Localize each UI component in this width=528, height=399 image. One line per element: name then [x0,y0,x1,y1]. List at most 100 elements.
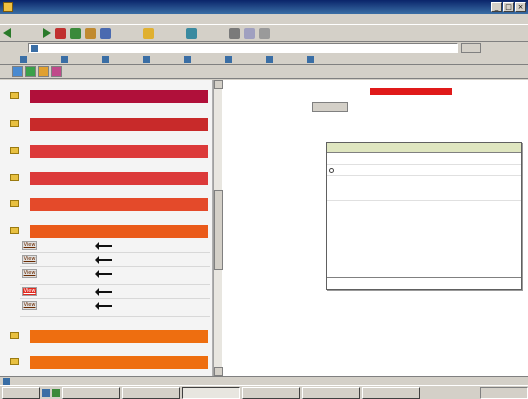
maximize-button[interactable]: □ [503,2,514,12]
taskbar-button[interactable] [362,386,420,399]
link-item[interactable] [102,55,140,63]
article-line [230,316,440,323]
category-row[interactable] [10,328,212,344]
category-row[interactable] [10,88,212,104]
taskbar-button-active[interactable] [182,386,240,399]
popup-footer [327,277,521,289]
category-row[interactable] [10,170,212,186]
search-button[interactable] [100,26,139,40]
link-text [69,56,99,63]
article-line [230,88,440,95]
category-bar[interactable] [30,90,208,103]
scroll-down-arrow-icon[interactable] [214,367,223,376]
view-button[interactable]: View [22,241,37,250]
acquirer [48,302,82,310]
category-bar[interactable] [30,172,208,185]
article-line [230,302,440,309]
favorites-label [156,29,182,37]
popup-key [335,156,369,163]
scroll-thumb[interactable] [214,190,223,270]
category-row[interactable] [10,223,212,239]
favorites-button[interactable] [143,26,182,40]
link-item[interactable] [266,55,304,63]
menu-item[interactable] [88,14,110,24]
scroll-up-arrow-icon[interactable] [214,80,223,89]
deal-popup [326,142,522,290]
acquisition-row: View [20,239,210,253]
deal-button[interactable] [312,102,348,112]
history-button[interactable] [229,26,240,40]
link-item[interactable] [184,55,222,63]
app-tool-icon[interactable] [38,66,49,77]
folder-icon [10,200,19,207]
target [120,301,206,309]
quick-launch-icon[interactable] [42,388,50,397]
menu-item[interactable] [116,14,138,24]
vertical-scrollbar[interactable] [213,80,223,376]
taskbar-button[interactable] [62,386,120,399]
acquisition-list: View View View View View [20,239,210,317]
category-bar[interactable] [30,356,208,369]
link-item[interactable] [61,55,99,63]
article-line [230,309,440,316]
quick-launch-icon[interactable] [52,388,60,397]
address-label [3,44,25,52]
link-text [110,56,140,63]
forward-button[interactable] [43,26,51,40]
view-button[interactable]: View [22,269,37,278]
menu-item[interactable] [144,14,166,24]
home-icon [85,27,96,39]
back-button[interactable] [3,26,39,40]
search-icon [100,27,111,39]
category-bar[interactable] [30,225,208,238]
popup-row [327,183,521,201]
link-item[interactable] [225,55,263,63]
taskbar-button[interactable] [122,386,180,399]
acquisition-row: View [20,299,210,317]
mail-button[interactable] [244,26,255,40]
minimize-button[interactable]: _ [491,2,502,12]
print-icon [259,27,270,39]
refresh-button[interactable] [70,26,81,40]
popup-value [389,185,459,192]
url-field[interactable] [28,43,458,53]
go-button[interactable] [461,43,481,53]
category-row[interactable] [10,354,212,370]
menu-item[interactable] [4,14,26,24]
acquirer [48,288,82,296]
link-text [274,56,304,63]
home-button[interactable] [85,26,96,40]
view-button[interactable]: View [22,255,37,264]
folder-icon [10,227,19,234]
app-refresh-icon[interactable] [25,66,36,77]
print-button[interactable] [259,26,270,40]
stop-button[interactable] [55,26,66,40]
link-item[interactable] [307,55,345,63]
app-help-icon[interactable] [51,66,62,77]
start-button[interactable] [2,386,40,399]
menu-item[interactable] [60,14,82,24]
taskbar-button[interactable] [242,386,300,399]
window-title [17,2,137,12]
title-bar: _ □ × [0,0,528,14]
link-item[interactable] [20,55,58,63]
links-label [3,55,17,63]
category-row[interactable] [10,116,212,132]
view-button[interactable]: View [22,301,37,310]
media-button[interactable] [186,26,225,40]
category-bar[interactable] [30,118,208,131]
view-button-selected[interactable]: View [22,287,37,296]
radio-icon[interactable] [329,168,334,173]
category-bar[interactable] [30,198,208,211]
article-pane [224,80,528,376]
category-bar[interactable] [30,145,208,158]
link-item[interactable] [143,55,181,63]
taskbar-button[interactable] [302,386,360,399]
popup-key [335,185,369,192]
category-row[interactable] [10,196,212,212]
menu-item[interactable] [32,14,54,24]
category-bar[interactable] [30,330,208,343]
app-home-icon[interactable] [12,66,23,77]
close-button[interactable]: × [515,2,526,12]
category-row[interactable] [10,143,212,159]
